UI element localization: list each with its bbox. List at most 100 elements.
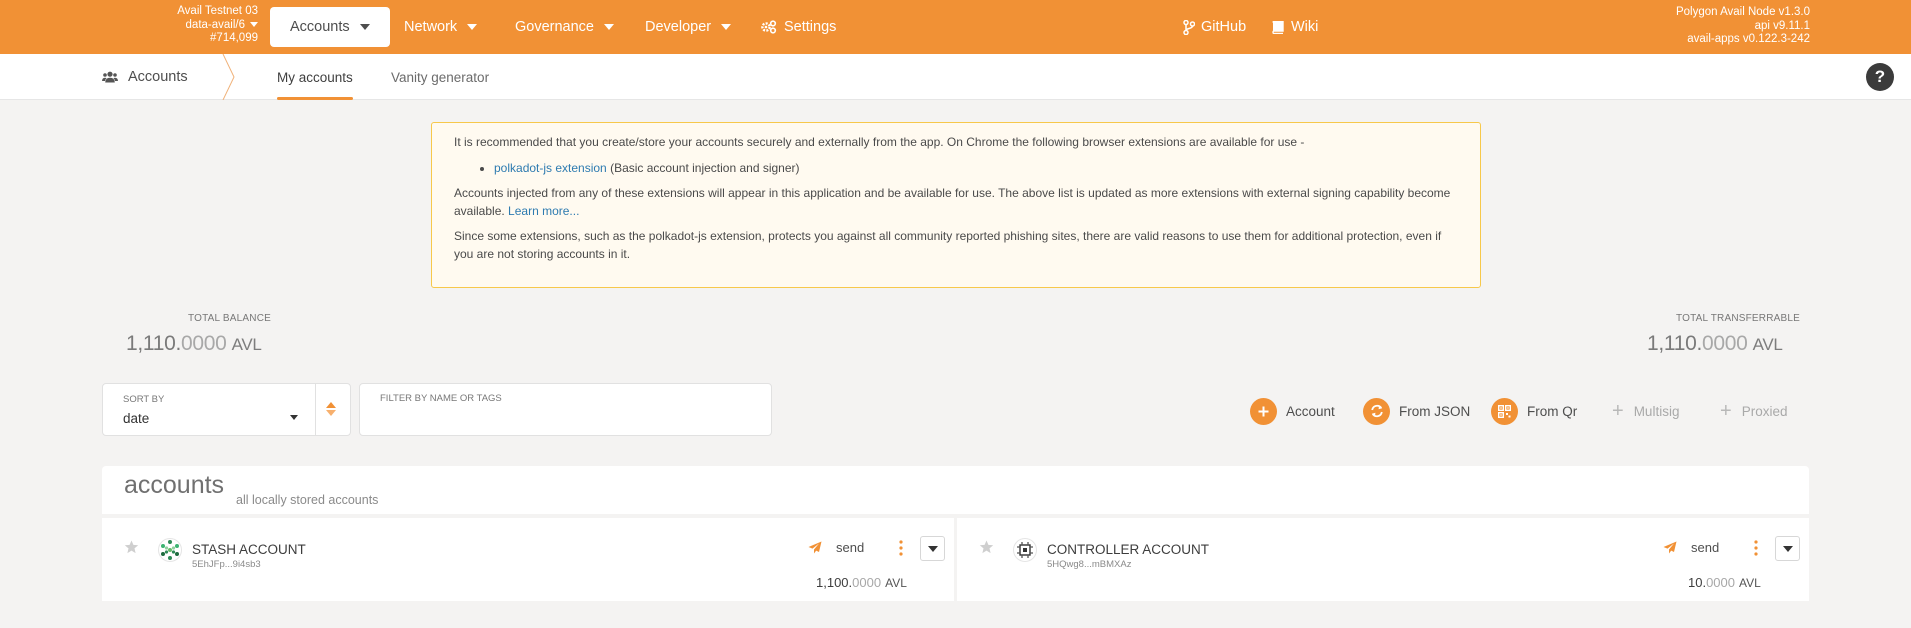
caret-down-icon (604, 24, 614, 30)
account-balance-unit: AVL (1739, 576, 1761, 590)
menu-accounts[interactable]: Accounts (270, 7, 390, 47)
plus-icon: + (1720, 400, 1732, 422)
filter-input[interactable] (380, 409, 750, 429)
more-options-icon[interactable] (1751, 539, 1761, 557)
caret-down-icon (467, 24, 478, 30)
accounts-table-header: accounts all locally stored accounts (102, 466, 1809, 514)
apps-version: avail-apps v0.122.3-242 (1687, 33, 1810, 45)
plus-icon: + (1612, 400, 1624, 422)
chain-spec: data-avail/6 (185, 18, 245, 31)
plus-icon (1250, 397, 1277, 425)
node-info: Polygon Avail Node v1.3.0 api v9.11.1 av… (1676, 6, 1810, 47)
extension-notice: It is recommended that you create/store … (431, 122, 1481, 288)
from-qr-button[interactable]: From Qr (1491, 397, 1577, 425)
node-name: Polygon Avail Node v1.3.0 (1675, 6, 1810, 18)
sub-navigation: Accounts My accounts Vanity generator (0, 54, 1911, 100)
menu-settings-label: Settings (784, 19, 837, 35)
star-icon[interactable] (979, 540, 994, 554)
filter-field: FILTER BY NAME OR TAGS (359, 383, 772, 436)
account-name[interactable]: STASH ACCOUNT (192, 542, 306, 557)
chain-name: Avail Testnet 03 (177, 5, 258, 17)
paper-plane-icon (808, 541, 822, 554)
account-balance-dec: 0000 (1706, 575, 1735, 590)
send-label: send (1691, 540, 1720, 555)
breadcrumb: Accounts (102, 54, 188, 100)
multisig-label: Multisig (1633, 403, 1680, 419)
total-transferrable-label: TOTAL TRANSFERRABLE (1676, 313, 1801, 324)
account-name[interactable]: CONTROLLER ACCOUNT (1047, 542, 1209, 557)
notice-line-2-text: Accounts injected from any of these exte… (454, 186, 1451, 218)
account-dropdown-toggle[interactable] (1775, 536, 1800, 561)
caret-down-icon (359, 24, 370, 30)
account-card: CONTROLLER ACCOUNT 5HQwg8...mBMXAz send … (957, 518, 1809, 601)
menu-governance[interactable]: Governance (515, 0, 614, 54)
notice-line-1: It is recommended that you create/store … (454, 135, 1305, 149)
sync-icon (1363, 397, 1390, 425)
total-balance-dec: 0000 (181, 332, 227, 355)
send-button[interactable]: send (808, 540, 864, 555)
tab-my-accounts-label: My accounts (277, 69, 353, 85)
identicon[interactable] (1013, 538, 1037, 562)
sort-dropdown[interactable]: SORT BY date (102, 383, 351, 436)
code-branch-icon (1183, 19, 1195, 35)
star-icon[interactable] (124, 540, 139, 554)
menu-developer[interactable]: Developer (645, 0, 732, 54)
menu-governance-label: Governance (515, 19, 594, 35)
sort-divider (315, 384, 316, 435)
accounts-subtitle: all locally stored accounts (236, 493, 379, 507)
caret-down-icon (721, 24, 732, 30)
add-account-button[interactable]: Account (1250, 397, 1335, 425)
menu-github[interactable]: GitHub (1183, 0, 1246, 54)
extension-description: (Basic account injection and signer) (610, 160, 800, 175)
notice-line-2: Accounts injected from any of these exte… (454, 185, 1458, 220)
menu-network-label: Network (404, 19, 458, 35)
tab-my-accounts[interactable]: My accounts (265, 54, 365, 100)
menu-developer-label: Developer (645, 19, 712, 35)
account-balance: 1,100.0000 AVL (816, 575, 907, 590)
menu-wiki[interactable]: Wiki (1272, 0, 1318, 54)
account-balance: 10.0000 AVL (1688, 575, 1761, 590)
account-dropdown-toggle[interactable] (920, 536, 945, 561)
from-json-button[interactable]: From JSON (1363, 397, 1470, 425)
section-title: Accounts (128, 69, 188, 85)
learn-more-link[interactable]: Learn more... (508, 204, 579, 218)
help-button[interactable]: ? (1866, 63, 1894, 91)
cogs-icon (761, 20, 777, 34)
account-balance-unit: AVL (885, 576, 907, 590)
total-balance-unit: AVL (231, 335, 262, 354)
total-transferrable-int: 1,110. (1647, 332, 1703, 355)
total-transferrable-unit: AVL (1752, 335, 1783, 354)
paper-plane-icon (1663, 541, 1677, 554)
chevron-down-icon (290, 415, 298, 420)
qrcode-icon (1491, 397, 1518, 425)
add-account-label: Account (1286, 403, 1335, 419)
chain-selector[interactable]: Avail Testnet 03 data-avail/6 #714,099 (140, 5, 258, 46)
proxied-label: Proxied (1741, 403, 1788, 419)
menu-network[interactable]: Network (404, 0, 478, 54)
more-options-icon[interactable] (896, 539, 906, 557)
identicon[interactable] (158, 538, 182, 562)
block-number: #714,099 (210, 32, 258, 44)
sort-label: SORT BY (123, 394, 165, 405)
tab-vanity-generator-label: Vanity generator (391, 69, 490, 85)
api-version: api v9.11.1 (1754, 19, 1810, 32)
menu-accounts-label: Accounts (290, 19, 350, 35)
polkadot-extension-link[interactable]: polkadot-js extension (494, 161, 607, 175)
menu-github-label: GitHub (1201, 19, 1247, 35)
tab-vanity-generator[interactable]: Vanity generator (379, 54, 501, 100)
sort-direction-icon[interactable] (325, 401, 337, 417)
from-qr-label: From Qr (1527, 403, 1578, 419)
chevron-down-icon (250, 21, 258, 27)
menu-settings[interactable]: Settings (760, 0, 836, 54)
multisig-button[interactable]: + Multisig (1612, 397, 1679, 425)
total-transferrable-value: 1,110.0000 AVL (1647, 332, 1783, 356)
proxied-button[interactable]: + Proxied (1720, 397, 1787, 425)
send-button[interactable]: send (1663, 540, 1719, 555)
total-balance-value: 1,110.0000 AVL (126, 332, 262, 356)
top-bar: Avail Testnet 03 data-avail/6 #714,099 A… (0, 0, 1911, 54)
accounts-title: accounts (124, 471, 225, 499)
total-balance-int: 1,110. (126, 332, 182, 355)
total-balance-label: TOTAL BALANCE (188, 313, 271, 324)
filter-label: FILTER BY NAME OR TAGS (380, 393, 502, 404)
notice-line-3: Since some extensions, such as the polka… (454, 229, 1442, 261)
